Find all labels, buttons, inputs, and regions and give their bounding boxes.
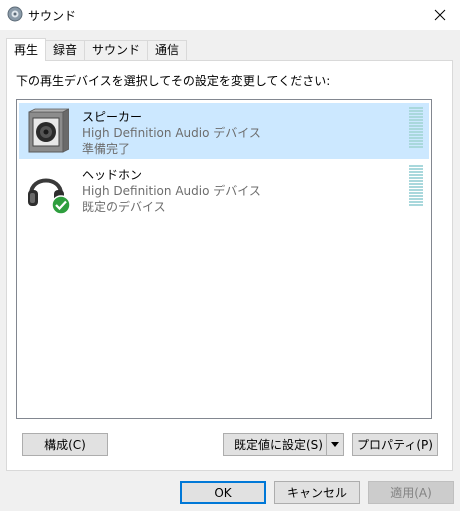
device-item-speaker[interactable]: スピーカー High Definition Audio デバイス 準備完了 (19, 103, 429, 159)
tab-playback[interactable]: 再生 (6, 38, 47, 61)
tab-recording[interactable]: 録音 (45, 40, 86, 60)
configure-button[interactable]: 構成(C) (22, 433, 108, 456)
ok-button[interactable]: OK (180, 481, 266, 504)
ok-label: OK (214, 485, 232, 500)
tab-communications[interactable]: 通信 (147, 40, 188, 60)
tab-sounds[interactable]: サウンド (84, 40, 149, 60)
device-description: High Definition Audio デバイス (82, 184, 261, 198)
set-default-label: 既定値に設定(S) (234, 438, 323, 452)
dialog-body: 再生 録音 サウンド 通信 下の再生デバイスを選択してその設定を変更してください… (0, 30, 460, 511)
cancel-button[interactable]: キャンセル (274, 481, 360, 504)
device-list[interactable]: スピーカー High Definition Audio デバイス 準備完了 ヘッ… (16, 99, 432, 419)
properties-button[interactable]: プロパティ(P) (352, 433, 438, 456)
device-name: ヘッドホン (82, 168, 143, 182)
chevron-down-icon (331, 442, 339, 447)
volume-meter (409, 107, 423, 149)
close-icon (434, 9, 446, 21)
apply-button[interactable]: 適用(A) (368, 481, 454, 504)
title-bar: サウンド (0, 0, 460, 30)
set-default-button[interactable]: 既定値に設定(S) (223, 433, 344, 456)
device-description: High Definition Audio デバイス (82, 126, 261, 140)
device-item-headphones[interactable]: ヘッドホン High Definition Audio デバイス 既定のデバイス (19, 161, 429, 217)
instruction-text: 下の再生デバイスを選択してその設定を変更してください: (16, 74, 331, 88)
device-status: 準備完了 (82, 142, 131, 156)
configure-label: 構成(C) (44, 438, 86, 452)
close-button[interactable] (420, 0, 460, 30)
tab-strip: 再生 録音 サウンド 通信 (6, 38, 188, 61)
apply-label: 適用(A) (390, 486, 432, 500)
window-title: サウンド (28, 9, 77, 23)
speaker-device-icon (28, 108, 69, 153)
cancel-label: キャンセル (286, 486, 347, 500)
properties-label: プロパティ(P) (357, 438, 433, 452)
set-default-dropdown[interactable] (326, 434, 343, 455)
speaker-app-icon (7, 6, 23, 22)
device-name: スピーカー (82, 110, 143, 124)
device-status: 既定のデバイス (82, 200, 166, 214)
volume-meter (409, 165, 423, 207)
default-check-icon (51, 195, 71, 215)
